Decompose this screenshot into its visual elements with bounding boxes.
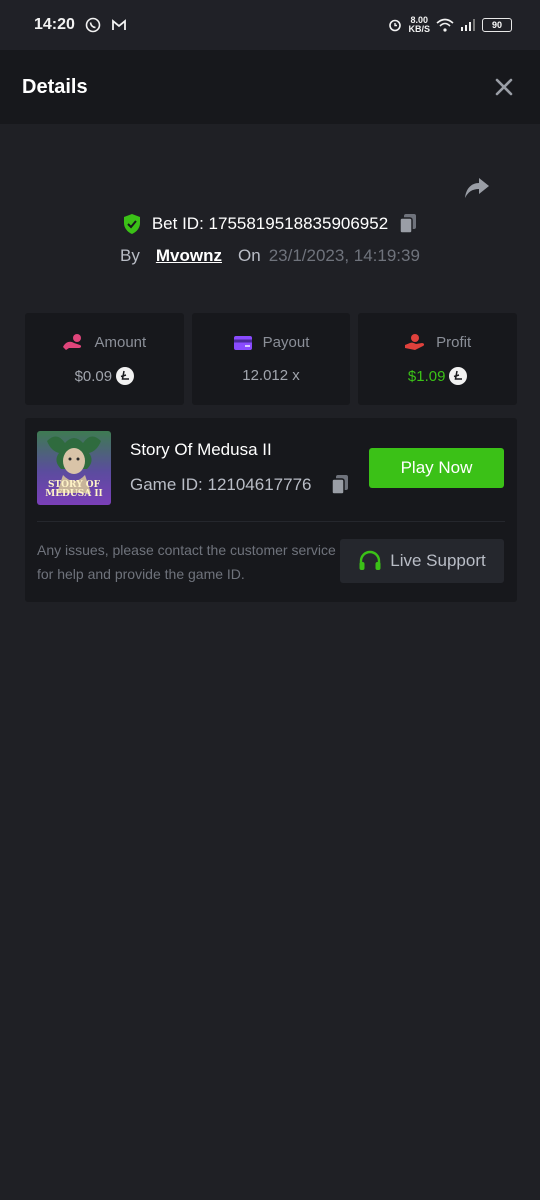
game-id-text: Game ID: 12104617776	[130, 475, 312, 495]
bet-id-label: Bet ID:	[151, 214, 204, 233]
verified-shield-icon	[122, 213, 142, 235]
on-label: On	[238, 246, 261, 265]
stat-profit-label: Profit	[436, 333, 472, 351]
signal-icon	[460, 19, 476, 31]
page-title: Details	[22, 75, 88, 98]
litecoin-icon	[449, 367, 468, 385]
status-bar-right: 8.00 KB/S 90	[388, 16, 512, 34]
network-speed: 8.00 KB/S	[408, 16, 430, 34]
stat-amount-head: Amount	[62, 333, 146, 351]
close-icon	[495, 78, 513, 96]
bet-owner-line: By Mvownz On 23/1/2023, 14:19:39	[0, 242, 540, 270]
game-id-row: Game ID: 12104617776	[130, 474, 350, 496]
copy-icon	[330, 475, 348, 495]
share-icon	[465, 178, 489, 198]
status-time: 14:20	[34, 16, 75, 33]
stat-profit: Profit $1.09	[358, 313, 518, 405]
speed-unit: KB/S	[408, 24, 430, 34]
stat-payout-label: Payout	[262, 334, 310, 351]
card-icon	[233, 335, 252, 350]
litecoin-icon	[116, 367, 135, 385]
stat-amount-value-row: $0.09	[75, 367, 135, 385]
profit-hand-icon	[405, 334, 425, 350]
username-link[interactable]: Mvownz	[156, 246, 222, 266]
stat-payout: Payout 12.012 x	[191, 313, 351, 405]
stat-amount-label: Amount	[94, 333, 147, 351]
game-name: Story Of Medusa II	[130, 440, 272, 459]
bet-date: 23/1/2023, 14:19:39	[268, 246, 420, 265]
stat-amount-value: $0.09	[74, 367, 113, 385]
share-button[interactable]	[462, 174, 492, 202]
battery-icon: 90	[482, 18, 512, 32]
copy-icon	[399, 214, 417, 234]
stat-amount: Amount $0.09	[25, 313, 184, 405]
play-now-button[interactable]: Play Now	[369, 448, 504, 488]
stat-payout-value-row: 12.012 x	[242, 367, 300, 384]
status-bar-left: 14:20	[34, 16, 127, 34]
divider	[37, 521, 505, 522]
game-id-value: 12104617776	[207, 475, 312, 494]
stat-profit-value-row: $1.09	[408, 367, 468, 385]
game-thumbnail[interactable]: STORY OF MEDUSA II	[37, 431, 111, 505]
close-button[interactable]	[492, 75, 516, 99]
copy-game-id-button[interactable]	[330, 474, 350, 496]
details-header: Details	[0, 50, 540, 124]
wifi-icon	[436, 18, 454, 32]
game-id-label: Game ID:	[130, 475, 203, 494]
gmail-icon	[111, 18, 127, 32]
bet-id-value: 1755819518835906952	[208, 214, 389, 233]
thumbnail-title: STORY OF MEDUSA II	[37, 481, 111, 499]
bet-id-text: Bet ID: 1755819518835906952	[152, 214, 388, 234]
thumbnail-title-line-2: MEDUSA II	[45, 489, 103, 499]
bet-stats: Amount $0.09 Payout 12.012 x Profit $1.0…	[25, 313, 518, 405]
copy-bet-id-button[interactable]	[398, 213, 418, 235]
live-support-label: Live Support	[390, 551, 486, 570]
stat-payout-head: Payout	[233, 334, 310, 351]
bet-id-line: Bet ID: 1755819518835906952	[0, 210, 540, 238]
stat-profit-value: $1.09	[407, 367, 446, 385]
headset-icon	[359, 550, 381, 570]
whatsapp-icon	[85, 17, 101, 33]
alarm-icon	[388, 18, 402, 32]
game-card: STORY OF MEDUSA II Story Of Medusa II Ga…	[25, 418, 517, 602]
support-help-text: Any issues, please contact the customer …	[37, 542, 336, 582]
stat-profit-head: Profit	[404, 333, 471, 351]
stat-payout-value: 12.012 x	[242, 367, 300, 384]
live-support-button[interactable]: Live Support	[340, 539, 504, 583]
battery-level: 90	[491, 20, 502, 30]
status-bar: 14:20 8.00 KB/S 90	[0, 0, 540, 50]
by-label: By	[120, 246, 140, 265]
amount-icon	[63, 334, 82, 350]
